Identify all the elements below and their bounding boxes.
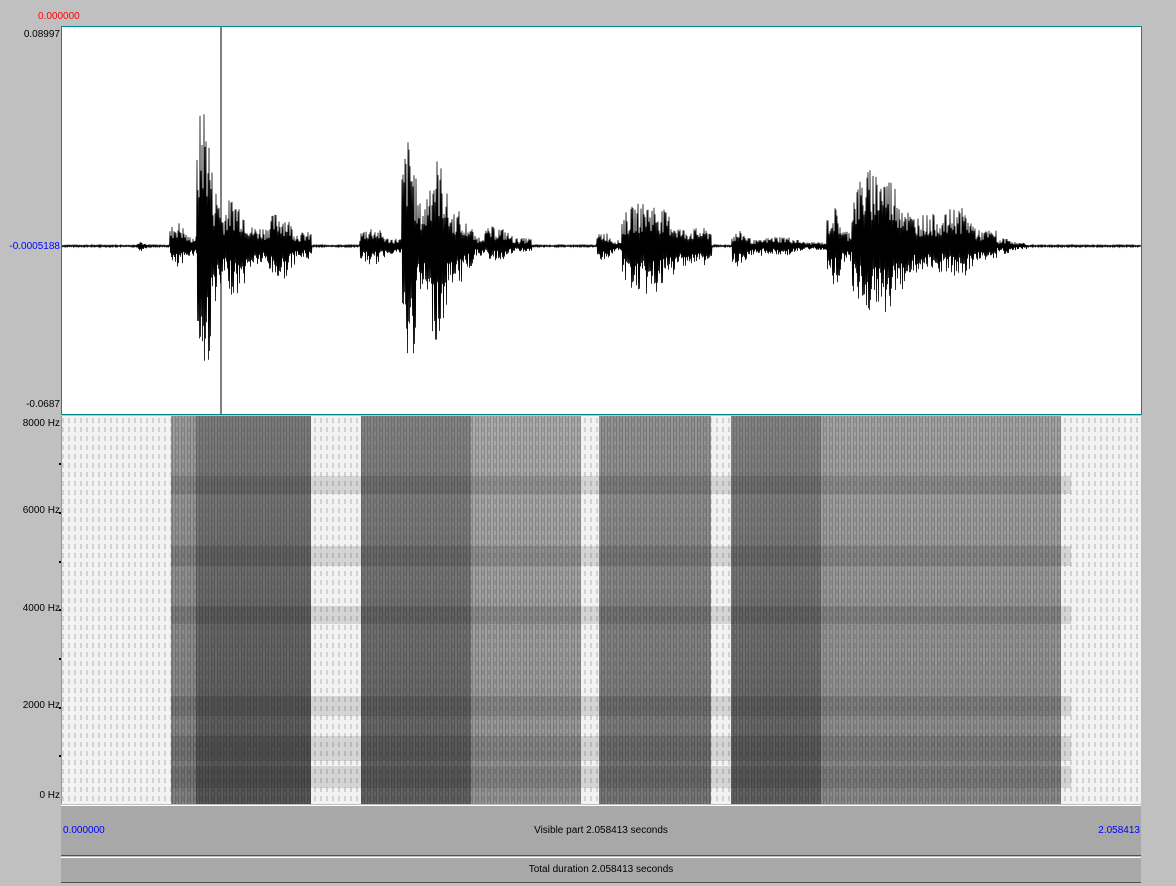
- waveform-trace-path: [62, 114, 1141, 361]
- total-duration-bar[interactable]: Total duration 2.058413 seconds: [61, 857, 1141, 883]
- spectrogram-formant-band: [171, 546, 1071, 566]
- visible-end-time: 2.058413: [1098, 825, 1140, 836]
- waveform-panel[interactable]: [61, 26, 1142, 415]
- spectrogram-2000-label: 2000 Hz: [22, 700, 60, 711]
- spectrogram-formant-band: [171, 736, 1071, 761]
- spectrogram-plot: [61, 416, 1141, 804]
- waveform-min-label: -0.0687: [26, 399, 60, 410]
- spectrogram-8000-label: 8000 Hz: [22, 418, 60, 429]
- spectrogram-formant-band: [171, 476, 1071, 494]
- spectrogram-4000-label: 4000 Hz: [22, 603, 60, 614]
- spectrogram-0-label: 0 Hz: [39, 790, 60, 801]
- waveform-max-label: 0.08997: [23, 29, 60, 40]
- visible-part-label: Visible part 2.058413 seconds: [534, 825, 668, 836]
- spectrogram-formant-band: [171, 766, 1071, 788]
- spectrogram-6000-label: 6000 Hz: [22, 505, 60, 516]
- waveform-plot: [62, 27, 1141, 414]
- spectrogram-left-axis: [61, 416, 62, 804]
- spectrogram-formant-band: [171, 696, 1071, 716]
- cursor-time-readout: 0.000000: [38, 11, 80, 22]
- total-duration-label: Total duration 2.058413 seconds: [528, 864, 674, 875]
- spectrogram-panel[interactable]: [61, 416, 1141, 804]
- spectrogram-energy: [171, 416, 1071, 804]
- waveform-mid-label: -0.0005188: [9, 241, 60, 252]
- spectrogram-formant-band: [171, 606, 1071, 624]
- waveform-trace: [62, 114, 1141, 361]
- visible-part-bar[interactable]: 0.000000 Visible part 2.058413 seconds 2…: [61, 805, 1141, 856]
